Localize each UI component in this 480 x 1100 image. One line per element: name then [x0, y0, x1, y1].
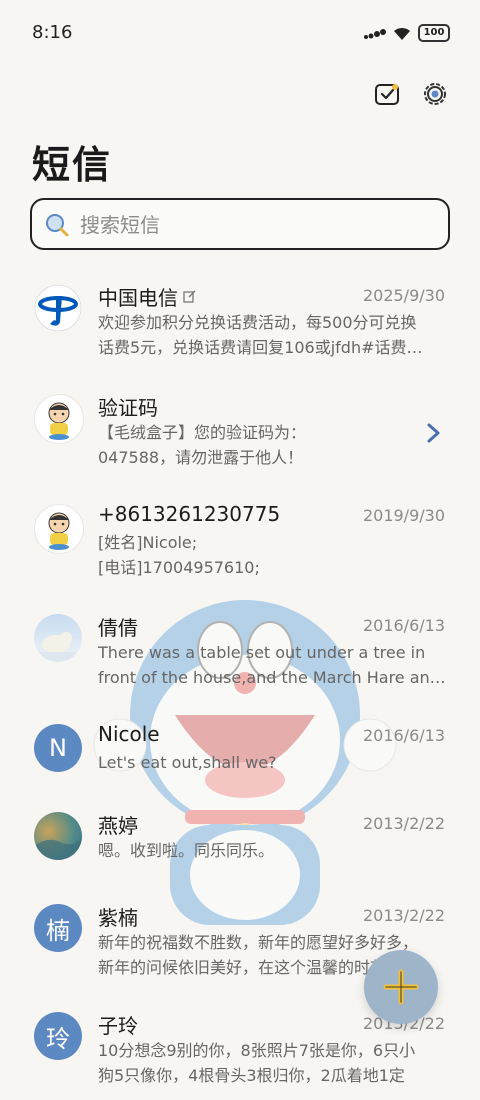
chevron-right-icon[interactable]	[426, 422, 442, 444]
message-preview: [姓名]Nicole; [电话]17004957610;	[98, 530, 446, 580]
sender-name: +8613261230775	[98, 502, 281, 526]
message-item[interactable]: N Nicole 2016/6/13 Let's eat out,shall w…	[0, 712, 480, 812]
cartoon-boy-avatar	[34, 504, 84, 554]
status-time: 8:16	[32, 22, 73, 43]
message-preview: 欢迎参加积分兑换话费活动，每500分可兑换 话费5元，兑换话费请回复106或jf…	[98, 310, 446, 360]
polar-bear-photo-icon	[34, 632, 82, 662]
sender-name: 子玲	[98, 1014, 138, 1038]
message-preview: Let's eat out,shall we?	[98, 750, 446, 775]
message-date: 2013/2/22	[362, 906, 445, 925]
preview-line: 10分想念9别的你，8张照片7张是你，6只小	[98, 1041, 416, 1060]
message-date: 2025/9/30	[362, 286, 445, 305]
cartoon-boy-avatar	[34, 394, 84, 444]
message-preview: There was a table set out under a tree i…	[98, 640, 446, 690]
message-item[interactable]: 中国电信 2025/9/30 欢迎参加积分兑换话费活动，每500分可兑换 话费5…	[0, 272, 480, 372]
message-date: 2016/6/13	[362, 616, 445, 635]
check-clipboard-icon	[375, 84, 399, 105]
message-date: 2013/2/22	[362, 814, 445, 833]
china-telecom-logo-icon	[34, 284, 82, 332]
battery-icon: 100	[418, 24, 450, 42]
sender-name: 紫楠	[98, 906, 138, 930]
message-date: 2019/9/30	[362, 506, 445, 525]
message-item[interactable]: +8613261230775 2019/9/30 [姓名]Nicole; [电话…	[0, 492, 480, 592]
preview-line: 047588，请勿泄露于他人！	[98, 448, 304, 467]
letter-avatar: N	[34, 724, 82, 772]
message-preview: 【毛绒盒子】您的验证码为： 047588，请勿泄露于他人！	[98, 420, 446, 470]
landscape-photo-icon	[34, 838, 82, 860]
status-bar: 8:16 100	[0, 0, 480, 68]
preview-line: Let's eat out,shall we?	[98, 753, 277, 772]
signal-icon	[364, 29, 386, 39]
page-title: 短信	[32, 143, 113, 187]
gear-icon	[424, 83, 446, 105]
status-icons: 100	[364, 24, 450, 42]
china-telecom-avatar	[34, 284, 82, 332]
preview-line: front of the house,and the March Hare an…	[98, 668, 446, 687]
cartoon-boy-icon	[48, 402, 70, 440]
preview-line: 嗯。收到啦。同乐同乐。	[98, 841, 275, 860]
search-box[interactable]	[30, 198, 450, 250]
sender-name: 中国电信	[98, 286, 178, 310]
settings-button[interactable]	[421, 80, 449, 108]
preview-line: [姓名]Nicole;	[98, 533, 198, 552]
landscape-photo-avatar	[34, 812, 82, 860]
sender-name: 验证码	[98, 396, 158, 420]
compose-button[interactable]	[364, 950, 438, 1024]
message-item[interactable]: 验证码 【毛绒盒子】您的验证码为： 047588，请勿泄露于他人！	[0, 382, 480, 482]
letter-avatar: 玲	[34, 1012, 82, 1060]
edit-icon	[183, 290, 196, 303]
message-preview: 嗯。收到啦。同乐同乐。	[98, 838, 446, 863]
preview-line: [电话]17004957610;	[98, 558, 260, 577]
search-icon	[46, 214, 69, 237]
message-date: 2016/6/13	[362, 726, 445, 745]
preview-line: 欢迎参加积分兑换话费活动，每500分可兑换	[98, 313, 417, 332]
polar-bear-avatar	[34, 614, 82, 662]
preview-line: 话费5元，兑换话费请回复106或jfdh#话费…	[98, 338, 423, 357]
message-item[interactable]: 燕婷 2013/2/22 嗯。收到啦。同乐同乐。	[0, 800, 480, 900]
search-input[interactable]	[78, 200, 432, 250]
preview-line: 【毛绒盒子】您的验证码为：	[98, 423, 307, 442]
plus-icon	[383, 969, 419, 1005]
sender-name: 燕婷	[98, 814, 138, 838]
mark-read-button[interactable]	[373, 80, 401, 108]
message-item[interactable]: 倩倩 2016/6/13 There was a table set out u…	[0, 602, 480, 702]
preview-line: There was a table set out under a tree i…	[98, 643, 426, 662]
sender-name: 倩倩	[98, 616, 138, 640]
cartoon-boy-icon	[48, 512, 70, 550]
letter-avatar: 楠	[34, 904, 82, 952]
wifi-icon	[394, 27, 410, 40]
sender-name: Nicole	[98, 722, 160, 746]
message-preview: 10分想念9别的你，8张照片7张是你，6只小 狗5只像你，4根骨头3根归你，2瓜…	[98, 1038, 446, 1088]
